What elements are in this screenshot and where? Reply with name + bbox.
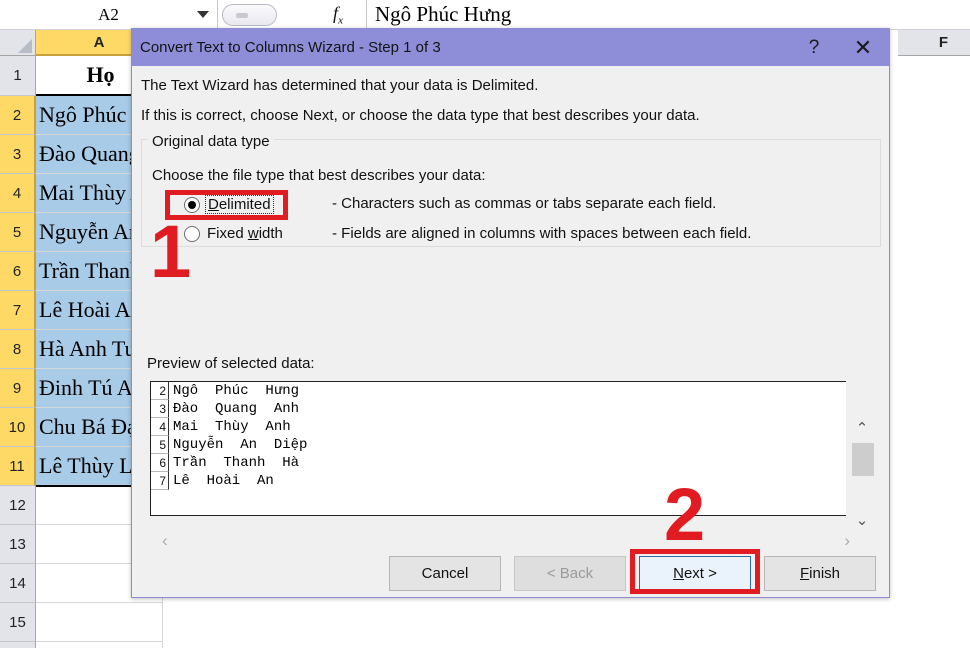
app-screen: A2 fx Ngô Phúc Hưng AF 1 2 3 4 5 6 7 8 9 10 11 12 13… bbox=[0, 0, 970, 648]
preview-row-number: 5 bbox=[151, 436, 169, 454]
row-header-16[interactable]: 16 bbox=[0, 642, 36, 648]
preview-vertical-scrollbar[interactable]: ⌃ ⌄ bbox=[846, 381, 878, 534]
row-header-4[interactable]: 4 bbox=[0, 174, 36, 213]
radio-delimited-description: - Characters such as commas or tabs sepa… bbox=[332, 195, 717, 212]
name-box-value: A2 bbox=[98, 4, 119, 24]
cancel-button-label: Cancel bbox=[421, 565, 469, 582]
formula-bar-expand-button[interactable] bbox=[222, 4, 277, 26]
close-icon[interactable]: ✕ bbox=[837, 29, 889, 66]
preview-row: 5 Nguyễn An Diệp bbox=[151, 436, 861, 454]
choose-file-type-label: Choose the file type that best describes… bbox=[152, 167, 486, 184]
row-header-label: 12 bbox=[9, 496, 26, 514]
title-bar-buttons: ? ✕ bbox=[791, 29, 889, 66]
preview-row: 6 Trần Thanh Hà bbox=[151, 454, 861, 472]
help-icon[interactable]: ? bbox=[791, 29, 837, 66]
scroll-left-icon[interactable]: ‹ bbox=[162, 531, 168, 551]
row-header-10[interactable]: 10 bbox=[0, 408, 36, 447]
radio-fixed-width-label: Fixed width bbox=[207, 225, 283, 242]
finish-button-label: Finish bbox=[799, 565, 841, 582]
row-header-6[interactable]: 6 bbox=[0, 252, 36, 291]
row-header-3[interactable]: 3 bbox=[0, 135, 36, 174]
fx-icon[interactable]: fx bbox=[318, 3, 358, 27]
preview-row-text: Trần Thanh Hà bbox=[173, 455, 300, 471]
row-header-5[interactable]: 5 bbox=[0, 213, 36, 252]
dialog-title: Convert Text to Columns Wizard - Step 1 … bbox=[140, 39, 441, 56]
preview-row: 2 Ngô Phúc Hưng bbox=[151, 382, 861, 400]
cell-value: Họ bbox=[86, 62, 115, 87]
row-header-label: 7 bbox=[12, 301, 22, 319]
formula-bar-value: Ngô Phúc Hưng bbox=[375, 2, 512, 26]
select-all-corner[interactable] bbox=[0, 30, 36, 56]
text-to-columns-wizard-dialog: Convert Text to Columns Wizard - Step 1 … bbox=[131, 28, 890, 598]
row-header-label: 14 bbox=[9, 574, 26, 592]
scroll-right-icon[interactable]: › bbox=[844, 531, 850, 551]
back-button[interactable]: < Back bbox=[514, 556, 626, 591]
preview-row: 4 Mai Thùy Anh bbox=[151, 418, 861, 436]
row-header-label: 9 bbox=[12, 379, 22, 397]
preview-row: 3 Đào Quang Anh bbox=[151, 400, 861, 418]
name-box[interactable]: A2 bbox=[0, 0, 218, 29]
cell-value: Chu Bá Đạt bbox=[39, 414, 143, 439]
cancel-button[interactable]: Cancel bbox=[389, 556, 501, 591]
row-header-1[interactable]: 1 bbox=[0, 56, 36, 96]
formula-bar-input[interactable]: Ngô Phúc Hưng bbox=[366, 0, 970, 29]
radio-fixed-width-description: - Fields are aligned in columns with spa… bbox=[332, 225, 752, 242]
group-legend: Original data type bbox=[148, 133, 274, 150]
preview-row-text: Lê Hoài An bbox=[173, 473, 274, 489]
annotation-step-2: 2 bbox=[664, 473, 706, 556]
cell-a16[interactable] bbox=[36, 642, 163, 648]
row-header-label: 6 bbox=[12, 262, 22, 280]
row-header-label: 13 bbox=[9, 535, 26, 553]
preview-row-number: 7 bbox=[151, 472, 169, 490]
row-header-2[interactable]: 2 bbox=[0, 96, 36, 135]
finish-button[interactable]: Finish bbox=[764, 556, 876, 591]
row-header-13[interactable]: 13 bbox=[0, 525, 36, 564]
row-header-label: 2 bbox=[12, 106, 22, 124]
preview-row-number: 3 bbox=[151, 400, 169, 418]
vertical-scroll-thumb[interactable] bbox=[852, 443, 874, 476]
radio-fixed-width[interactable]: Fixed width bbox=[184, 225, 283, 242]
annotation-step-1: 1 bbox=[150, 210, 192, 293]
preview-row-number: 6 bbox=[151, 454, 169, 472]
preview-row-text: Đào Quang Anh bbox=[173, 401, 300, 417]
row-header-label: 3 bbox=[12, 145, 22, 163]
dialog-title-bar[interactable]: Convert Text to Columns Wizard - Step 1 … bbox=[132, 29, 889, 66]
row-header-label: 5 bbox=[12, 223, 22, 241]
row-header-label: 8 bbox=[12, 340, 22, 358]
cell-a15[interactable] bbox=[36, 603, 163, 642]
cell-value: Lê Hoài An bbox=[39, 297, 142, 322]
preview-row-text: Ngô Phúc Hưng bbox=[173, 383, 300, 399]
chevron-down-icon[interactable] bbox=[197, 11, 209, 18]
row-header-11[interactable]: 11 bbox=[0, 447, 36, 486]
preview-row-number: 2 bbox=[151, 382, 169, 400]
preview-row: 7 Lê Hoài An bbox=[151, 472, 861, 490]
back-button-label: < Back bbox=[546, 565, 594, 582]
row-header-label: 11 bbox=[9, 457, 25, 475]
row-header-label: 4 bbox=[12, 184, 22, 202]
preview-label: Preview of selected data: bbox=[147, 355, 315, 372]
intro-line-2: If this is correct, choose Next, or choo… bbox=[141, 107, 700, 124]
row-header-15[interactable]: 15 bbox=[0, 603, 36, 642]
preview-row-number: 4 bbox=[151, 418, 169, 436]
row-header-label: 15 bbox=[9, 613, 26, 631]
preview-pane[interactable]: 2 Ngô Phúc Hưng 3 Đào Quang Anh 4 Mai Thùy An… bbox=[150, 381, 862, 516]
row-header-label: 10 bbox=[8, 418, 26, 436]
row-header-8[interactable]: 8 bbox=[0, 330, 36, 369]
column-header-label: A bbox=[93, 33, 105, 51]
dialog-button-row: Cancel < Back Next > Finish bbox=[132, 556, 889, 598]
preview-row-text: Mai Thùy Anh bbox=[173, 419, 291, 435]
preview-row-text: Nguyễn An Diệp bbox=[173, 437, 308, 453]
triangle-icon bbox=[18, 39, 32, 53]
row-header-12[interactable]: 12 bbox=[0, 486, 36, 525]
row-header-label: 1 bbox=[13, 67, 22, 84]
excel-formula-bar-area: A2 fx Ngô Phúc Hưng bbox=[0, 0, 970, 30]
row-header-14[interactable]: 14 bbox=[0, 564, 36, 603]
column-header-f[interactable]: F bbox=[898, 30, 970, 56]
collapse-glyph bbox=[236, 13, 248, 18]
row-header-7[interactable]: 7 bbox=[0, 291, 36, 330]
column-header-label: F bbox=[938, 34, 949, 51]
row-header-9[interactable]: 9 bbox=[0, 369, 36, 408]
scroll-up-icon[interactable]: ⌃ bbox=[846, 415, 878, 441]
intro-line-1: The Text Wizard has determined that your… bbox=[141, 77, 539, 94]
